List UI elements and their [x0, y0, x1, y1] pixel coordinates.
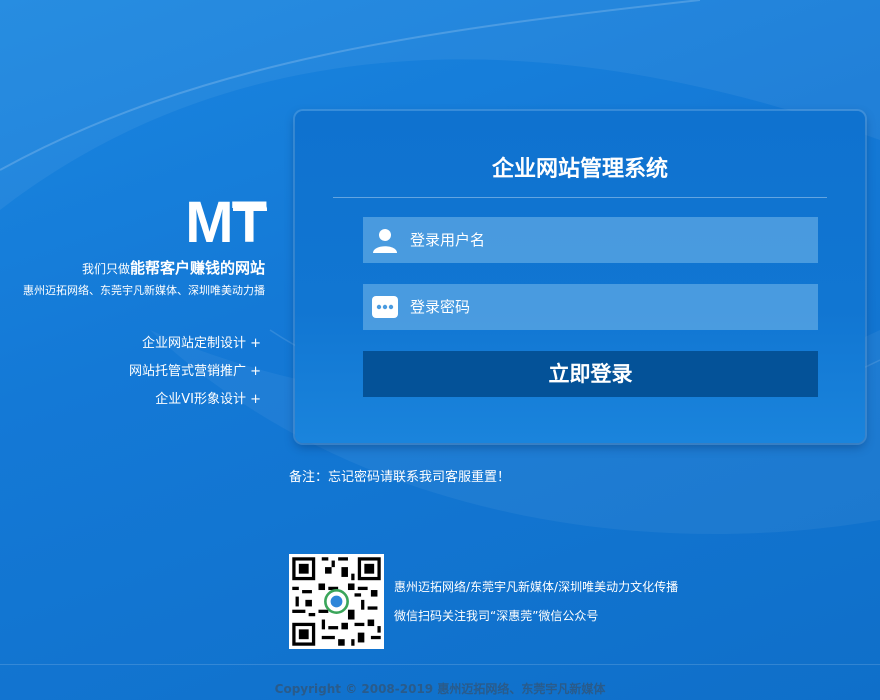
- user-icon: [373, 229, 397, 253]
- login-panel: 企业网站管理系统 登录用户名 登录密码 立即登录: [295, 111, 865, 443]
- qr-code-icon: [289, 554, 384, 649]
- brand-slogan: 我们只做能帮客户赚钱的网站: [23, 257, 265, 278]
- footer-divider: [0, 664, 880, 665]
- username-field[interactable]: 登录用户名: [363, 217, 818, 263]
- login-button[interactable]: 立即登录: [363, 351, 818, 397]
- password-dots-icon: [372, 296, 398, 318]
- copyright: Copyright © 2008-2019 惠州迈拓网络、东莞宇凡新媒体: [274, 682, 606, 696]
- login-title: 企业网站管理系统: [491, 157, 668, 182]
- password-placeholder: 登录密码: [410, 298, 471, 316]
- password-note: 备注：忘记密码请联系我司客服重置！: [289, 470, 511, 485]
- brand-logo: MT: [185, 190, 267, 255]
- service-link-marketing[interactable]: 网站托管式营销推广 +: [129, 358, 261, 386]
- service-link-vi-design[interactable]: 企业VI形象设计 +: [129, 386, 261, 414]
- title-divider: [333, 197, 827, 198]
- brand-subtitle: 惠州迈拓网络、东莞宇凡新媒体、深圳唯美动力播: [23, 284, 265, 297]
- username-placeholder: 登录用户名: [410, 231, 486, 249]
- brand-block: MT 我们只做能帮客户赚钱的网站 惠州迈拓网络、东莞宇凡新媒体、深圳唯美动力播: [23, 190, 267, 298]
- service-link-custom-design[interactable]: 企业网站定制设计 +: [129, 330, 261, 358]
- slogan-prefix: 我们只做: [81, 262, 130, 276]
- service-links: 企业网站定制设计 + 网站托管式营销推广 + 企业VI形象设计 +: [129, 330, 261, 414]
- company-info: 惠州迈拓网络/东莞宇凡新媒体/深圳唯美动力文化传播: [394, 580, 679, 594]
- password-field[interactable]: 登录密码: [363, 284, 818, 330]
- slogan-main: 能帮客户赚钱的网站: [129, 259, 265, 277]
- wechat-info: 微信扫码关注我司“深惠莞”微信公众号: [394, 609, 599, 623]
